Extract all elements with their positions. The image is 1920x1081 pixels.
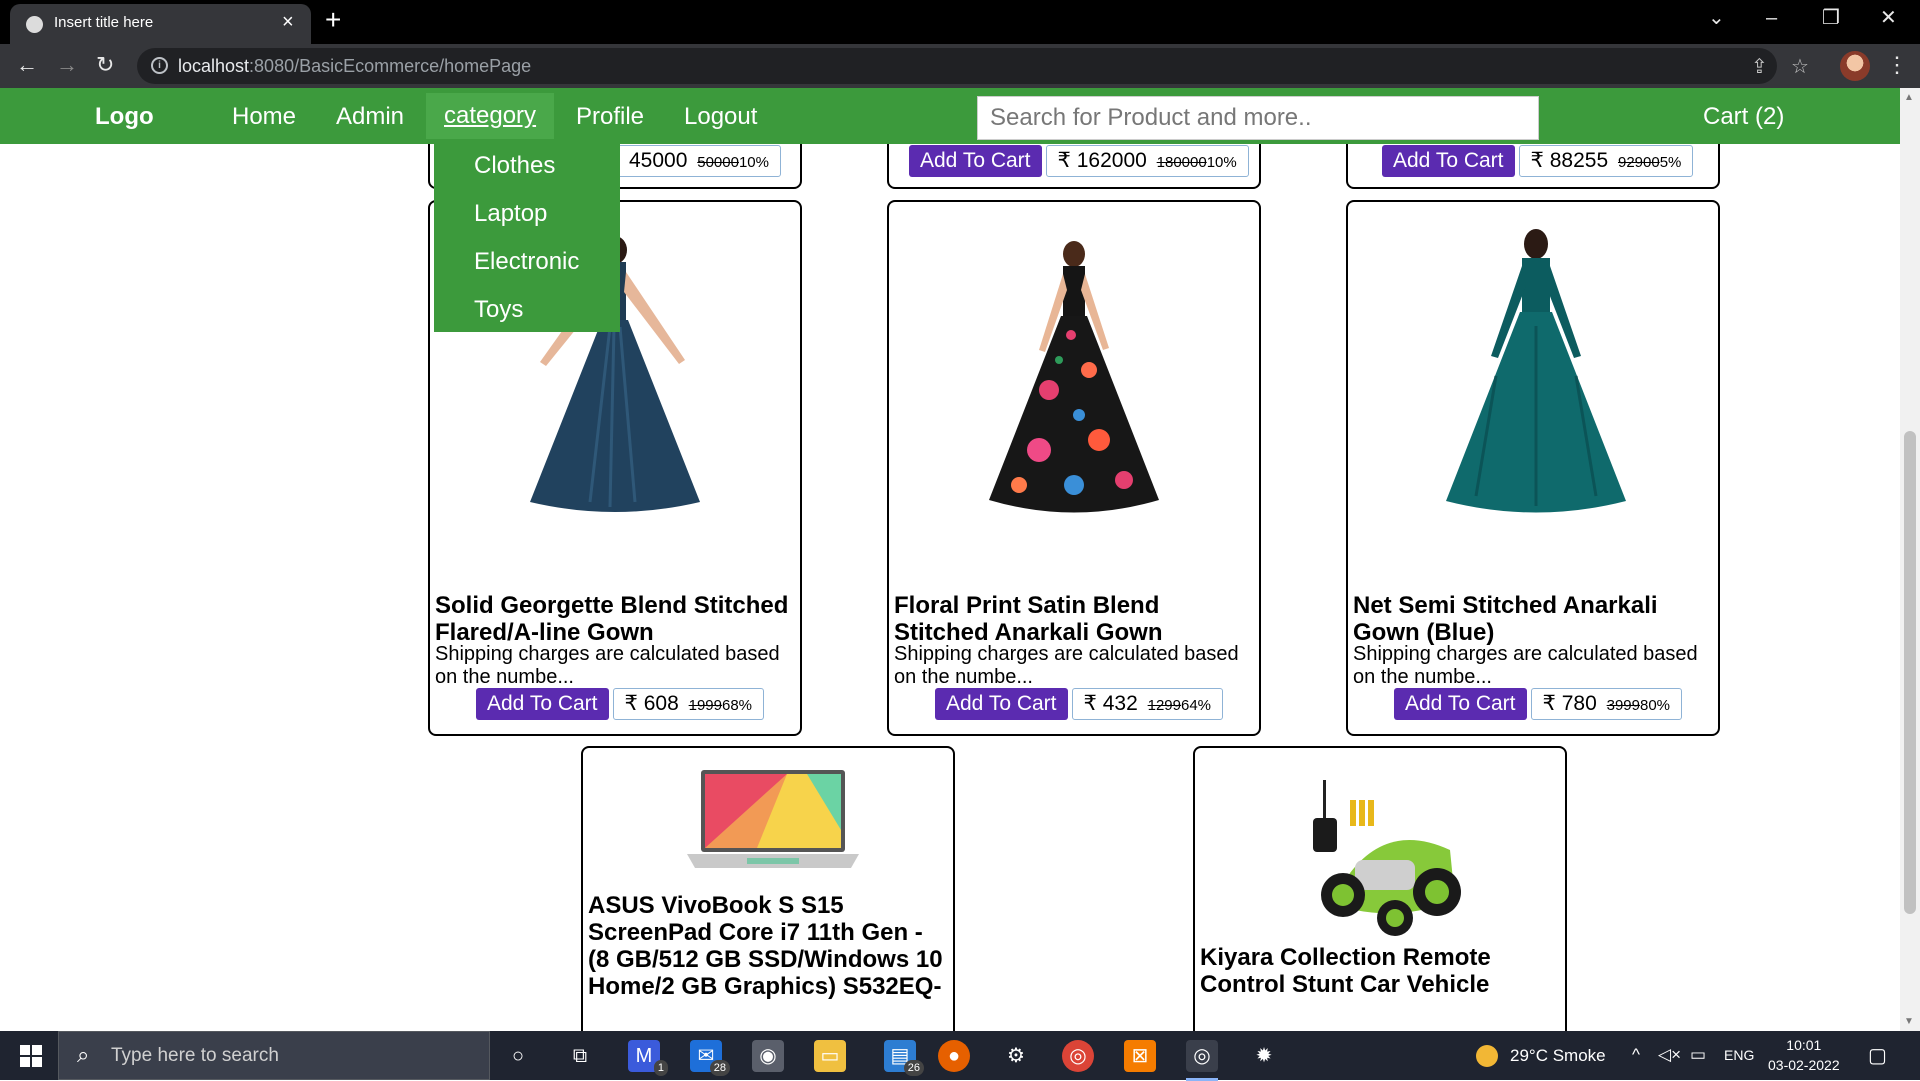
taskbar-search-box[interactable]: ⌕ Type here to search xyxy=(58,1031,490,1080)
price-box: ₹ 608 199968% xyxy=(612,688,765,720)
nav-admin[interactable]: Admin xyxy=(336,103,404,131)
firefox-icon[interactable]: ● xyxy=(938,1040,970,1072)
camera-icon[interactable]: ◉ xyxy=(752,1040,784,1072)
profile-avatar[interactable] xyxy=(1840,51,1870,81)
scrollbar-thumb[interactable] xyxy=(1904,431,1916,914)
taskbar-search-placeholder: Type here to search xyxy=(111,1045,279,1066)
file-explorer-icon[interactable]: ▭ xyxy=(814,1040,846,1072)
notification-icon[interactable]: ▢ xyxy=(1868,1043,1887,1068)
product-card: Add To Cart ₹ 88255 929005% xyxy=(1346,144,1720,189)
mail-icon[interactable]: ✉ 28 xyxy=(690,1040,730,1076)
share-icon[interactable]: ⇪ xyxy=(1751,54,1768,79)
nav-category[interactable]: category xyxy=(426,93,555,139)
price-box: ₹ 432 129964% xyxy=(1071,688,1224,720)
product-title[interactable]: Solid Georgette Blend Stitched Flared/A-… xyxy=(435,592,795,646)
gear-app-icon[interactable]: ✹ xyxy=(1248,1040,1280,1072)
scroll-up-arrow-icon[interactable]: ▲ xyxy=(1904,92,1914,103)
category-toys[interactable]: Toys xyxy=(434,288,620,336)
product-description: Shipping charges are calculated based on… xyxy=(1353,643,1698,688)
minimize-icon[interactable]: – xyxy=(1766,6,1777,30)
windows-taskbar: ⌕ Type here to search ○ ⧉ M1 ✉ 28 ◉ ▭ ▤ 26… xyxy=(0,1031,1920,1081)
weather-text[interactable]: 29°C Smoke xyxy=(1510,1046,1606,1066)
search-input[interactable]: Search for Product and more.. xyxy=(977,96,1539,140)
browser-tab-bar: Insert title here × + ⌄ – ❐ ✕ xyxy=(0,0,1920,44)
price-box: 45000 5000010% xyxy=(617,145,781,177)
task-view-icon[interactable]: ⧉ xyxy=(564,1040,596,1072)
back-icon[interactable]: ← xyxy=(16,52,38,78)
language-indicator[interactable]: ENG xyxy=(1724,1047,1754,1063)
chrome-icon[interactable]: ◎ xyxy=(1062,1040,1094,1072)
cortana-icon[interactable]: ○ xyxy=(502,1040,534,1072)
product-title[interactable]: Kiyara Collection Remote Control Stunt C… xyxy=(1200,944,1560,998)
product-image-laptop[interactable] xyxy=(687,770,859,870)
nav-logout[interactable]: Logout xyxy=(684,103,757,131)
scroll-down-arrow-icon[interactable]: ▼ xyxy=(1904,1016,1914,1027)
cart-link[interactable]: Cart (2) xyxy=(1703,103,1784,131)
windows-start-icon[interactable] xyxy=(20,1045,42,1067)
category-electronic[interactable]: Electronic xyxy=(434,240,620,288)
product-description: Shipping charges are calculated based on… xyxy=(894,643,1239,688)
clock-date: 03-02-2022 xyxy=(1768,1057,1840,1073)
more-menu-icon[interactable]: ⋮ xyxy=(1886,52,1908,78)
add-to-cart-button[interactable]: Add To Cart xyxy=(935,688,1068,720)
product-title[interactable]: Net Semi Stitched Anarkali Gown (Blue) xyxy=(1353,592,1713,646)
chrome-active-icon[interactable]: ◎ xyxy=(1186,1040,1218,1081)
category-dropdown: Clothes Laptop Electronic Toys xyxy=(434,144,620,332)
tab-search-icon[interactable]: ⌄ xyxy=(1708,6,1725,30)
add-to-cart-button[interactable]: Add To Cart xyxy=(1382,145,1515,177)
category-clothes[interactable]: Clothes xyxy=(434,144,620,192)
add-to-cart-button[interactable]: Add To Cart xyxy=(476,688,609,720)
price-box: ₹ 88255 929005% xyxy=(1518,145,1694,177)
reload-icon[interactable]: ↻ xyxy=(96,52,114,78)
app-icon[interactable]: M1 xyxy=(628,1040,668,1076)
clock-time: 10:01 xyxy=(1786,1037,1822,1053)
product-description: Shipping charges are calculated based on… xyxy=(435,643,780,688)
clock[interactable]: 10:01 03-02-2022 xyxy=(1768,1035,1840,1075)
nav-profile[interactable]: Profile xyxy=(576,103,644,131)
product-card: Kiyara Collection Remote Control Stunt C… xyxy=(1193,746,1567,1031)
product-image-stunt-car[interactable] xyxy=(1285,770,1475,940)
add-to-cart-button[interactable]: Add To Cart xyxy=(909,145,1042,177)
bookmark-star-icon[interactable]: ☆ xyxy=(1791,54,1809,79)
price-box: ₹ 780 399980% xyxy=(1530,688,1683,720)
browser-toolbar: ← → ↻ i localhost:8080/BasicEcommerce/ho… xyxy=(0,44,1920,88)
url-text: localhost:8080/BasicEcommerce/homePage xyxy=(178,56,532,76)
product-image-floral-gown[interactable] xyxy=(979,240,1169,520)
new-tab-button[interactable]: + xyxy=(325,5,341,35)
restore-icon[interactable]: ❐ xyxy=(1822,6,1840,30)
product-card: ASUS VivoBook S S15 ScreenPad Core i7 11… xyxy=(581,746,955,1031)
close-window-icon[interactable]: ✕ xyxy=(1880,6,1897,30)
nav-home[interactable]: Home xyxy=(232,103,296,131)
product-title[interactable]: ASUS VivoBook S S15 ScreenPad Core i7 11… xyxy=(588,892,948,1000)
product-card: Net Semi Stitched Anarkali Gown (Blue) S… xyxy=(1346,200,1720,736)
forward-icon[interactable]: → xyxy=(56,52,78,78)
site-info-icon[interactable]: i xyxy=(151,57,168,74)
volume-icon[interactable]: ◁× xyxy=(1658,1045,1681,1065)
tab-title: Insert title here xyxy=(54,14,154,31)
xampp-icon[interactable]: ⊠ xyxy=(1124,1040,1156,1072)
product-card: Add To Cart ₹ 162000 18000010% xyxy=(887,144,1261,189)
site-navbar: Logo Home Admin category Profile Logout … xyxy=(0,88,1900,144)
page-scrollbar[interactable]: ▲ ▼ xyxy=(1900,88,1920,1031)
weather-icon[interactable] xyxy=(1476,1045,1498,1067)
search-icon: ⌕ xyxy=(77,1042,90,1067)
product-card: Floral Print Satin Blend Stitched Anarka… xyxy=(887,200,1261,736)
category-laptop[interactable]: Laptop xyxy=(434,192,620,240)
document-app-icon[interactable]: ▤ 26 xyxy=(884,1040,924,1076)
site-logo[interactable]: Logo xyxy=(95,103,154,131)
battery-icon[interactable]: ▭ xyxy=(1690,1045,1706,1065)
product-image-teal-gown[interactable] xyxy=(1436,226,1636,521)
price-box: ₹ 162000 18000010% xyxy=(1045,145,1249,177)
browser-tab[interactable]: Insert title here × xyxy=(10,4,311,44)
product-grid: 45000 5000010% Add To Cart ₹ 162000 18000… xyxy=(0,144,1900,1031)
add-to-cart-button[interactable]: Add To Cart xyxy=(1394,688,1527,720)
address-bar[interactable]: i localhost:8080/BasicEcommerce/homePage… xyxy=(137,48,1809,84)
tray-chevron-icon[interactable]: ^ xyxy=(1632,1045,1640,1065)
product-title[interactable]: Floral Print Satin Blend Stitched Anarka… xyxy=(894,592,1254,646)
settings-gear-icon[interactable]: ⚙ xyxy=(1000,1040,1032,1072)
close-tab-icon[interactable]: × xyxy=(282,12,294,32)
globe-icon xyxy=(26,16,43,33)
